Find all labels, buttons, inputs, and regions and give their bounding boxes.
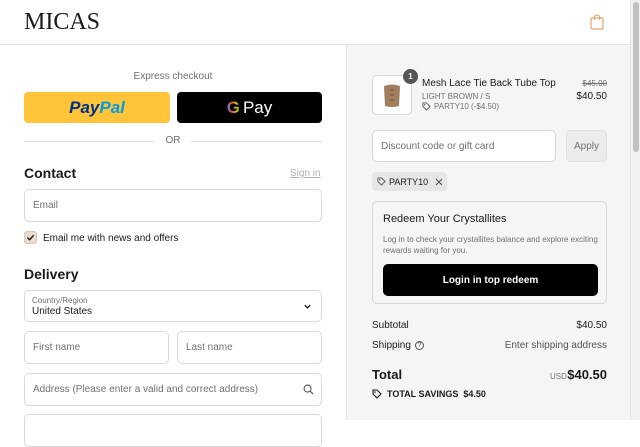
shipping-row: Shipping? <box>372 340 424 351</box>
address-field[interactable]: Address (Please enter a valid and correc… <box>24 373 322 406</box>
search-icon <box>303 384 314 395</box>
price-original: $45.00 <box>582 79 607 88</box>
product-name: Mesh Lace Tie Back Tube Top <box>422 78 556 89</box>
savings-value: $4.50 <box>463 389 486 399</box>
total-label: Total <box>372 367 403 382</box>
country-label: Country/Region <box>32 296 88 305</box>
express-checkout-title: Express checkout <box>133 71 213 82</box>
google-pay-label: Pay <box>242 97 273 117</box>
apartment-field[interactable] <box>24 414 322 447</box>
discount-placeholder: Discount code or gift card <box>381 140 495 152</box>
tag-icon <box>377 177 386 186</box>
country-value: United States <box>32 306 93 317</box>
scrollbar-thumb[interactable] <box>633 2 639 152</box>
redeem-description: Log in to check your crystallites balanc… <box>383 235 598 255</box>
shipping-value: Enter shipping address <box>504 340 607 351</box>
quantity-badge: 1 <box>403 69 418 84</box>
shipping-label: Shipping <box>372 340 411 351</box>
product-discount: PARTY10 (-$4.50) <box>422 102 499 111</box>
shopping-bag-icon[interactable] <box>590 14 604 30</box>
email-placeholder: Email <box>33 200 59 211</box>
google-g-icon: G <box>226 97 240 117</box>
total-value: $40.50 <box>567 367 607 382</box>
product-discount-text: PARTY10 (-$4.50) <box>434 102 500 111</box>
sign-in-link[interactable]: Sign in <box>290 168 321 179</box>
last-name-placeholder: Last name <box>186 342 233 353</box>
google-pay-button[interactable]: G Pay <box>177 92 322 123</box>
product-variant: LIGHT BROWN / S <box>422 92 491 101</box>
login-redeem-button[interactable]: Login in top redeem <box>383 264 598 296</box>
page-scrollbar[interactable] <box>630 0 640 420</box>
tag-icon <box>422 102 431 111</box>
tube-top-image <box>384 84 400 107</box>
redeem-title: Redeem Your Crystallites <box>383 213 507 225</box>
apply-button[interactable]: Apply <box>566 130 607 162</box>
checkmark-icon <box>26 234 35 241</box>
or-divider: OR <box>24 134 322 148</box>
or-text: OR <box>165 135 181 146</box>
paypal-label-part1: Pay <box>69 97 100 117</box>
redeem-card: Redeem Your Crystallites Log in to check… <box>372 201 607 304</box>
paypal-label-part2: Pal <box>99 97 125 117</box>
first-name-placeholder: First name <box>33 342 81 353</box>
site-logo[interactable]: MICAS <box>24 9 100 36</box>
checkout-form: Express checkout Pay Pal G Pay OR Contact … <box>0 45 346 447</box>
applied-code-text: PARTY10 <box>389 176 429 187</box>
subtotal-label: Subtotal <box>372 320 409 331</box>
news-checkbox-label: Email me with news and offers <box>43 233 179 244</box>
email-field[interactable]: Email <box>24 189 322 222</box>
first-name-field[interactable]: First name <box>24 331 169 364</box>
last-name-field[interactable]: Last name <box>177 331 322 364</box>
delivery-title: Delivery <box>24 266 79 282</box>
site-header: MICAS <box>0 0 630 45</box>
total-savings: TOTAL SAVINGS $4.50 <box>372 389 486 399</box>
tag-icon <box>372 389 382 399</box>
subtotal-value: $40.50 <box>576 320 607 331</box>
price-final: $40.50 <box>576 91 607 102</box>
contact-title: Contact <box>24 165 77 181</box>
paypal-button[interactable]: Pay Pal <box>24 92 170 123</box>
help-icon[interactable]: ? <box>414 340 424 350</box>
address-placeholder: Address (Please enter a valid and correc… <box>33 384 259 395</box>
remove-code-icon[interactable] <box>435 178 443 186</box>
order-summary: 1 Mesh Lace Tie Back Tube Top LIGHT BROW… <box>346 45 630 420</box>
chevron-down-icon <box>304 304 311 309</box>
applied-code-badge: PARTY10 <box>372 172 447 191</box>
discount-input[interactable]: Discount code or gift card <box>372 130 556 162</box>
news-checkbox[interactable] <box>24 231 37 244</box>
savings-label: TOTAL SAVINGS <box>387 389 459 399</box>
